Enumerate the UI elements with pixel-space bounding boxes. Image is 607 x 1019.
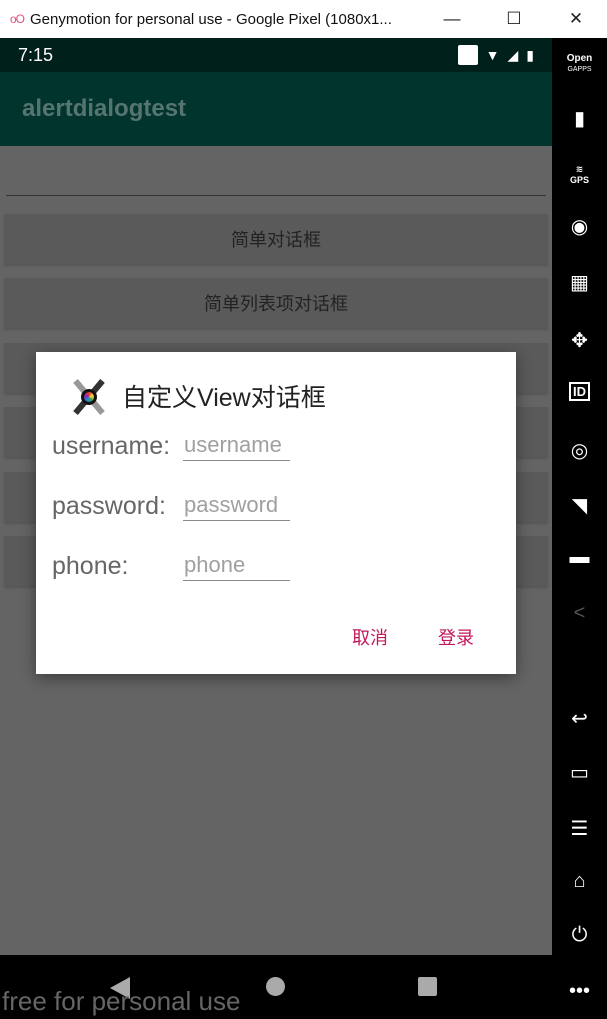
minimize-button[interactable]: — — [421, 9, 483, 29]
media-icon[interactable]: ▦ — [552, 270, 607, 295]
simple-list-dialog-button[interactable]: 简单列表项对话框 — [4, 278, 548, 328]
phone-screen: 7:15 ▼ ◢ ▮ alertdialogtest 简单对话框 简单列表项对话… — [0, 38, 552, 1019]
cancel-button[interactable]: 取消 — [352, 624, 388, 650]
password-row: password: — [52, 492, 290, 521]
cast-icon[interactable]: ◥ — [552, 493, 607, 518]
app-title: alertdialogtest — [22, 95, 187, 122]
status-time: 7:15 — [18, 44, 54, 65]
opengapps-icon[interactable]: Open GAPPS — [552, 54, 607, 75]
status-bar: 7:15 ▼ ◢ ▮ — [0, 38, 552, 72]
dialog-header: 自定义View对话框 — [66, 374, 326, 418]
login-button[interactable]: 登录 — [438, 624, 474, 650]
signal-icon: ◢ — [507, 46, 519, 63]
maximize-button[interactable]: ☐ — [483, 9, 545, 29]
share-icon[interactable]: < — [552, 602, 607, 625]
disk-icon[interactable]: ◎ — [552, 438, 607, 463]
webcam-icon[interactable]: ◉ — [552, 214, 607, 239]
home-icon[interactable] — [266, 977, 285, 996]
simple-dialog-button[interactable]: 简单对话框 — [4, 214, 548, 264]
more-icon[interactable]: ••• — [552, 980, 607, 1003]
emulator-sidebar: Open GAPPS ▮ ≋ GPS ◉ ▦ ✥ ID ◎ ◥ ▬ < ↩ ▭ ☰ … — [552, 38, 607, 1019]
username-label: username: — [52, 432, 171, 460]
dpad-icon[interactable]: ✥ — [552, 328, 607, 353]
recent-apps-icon[interactable]: ▭ — [552, 760, 607, 785]
menu-icon[interactable]: ☰ — [552, 816, 607, 841]
username-row: username: — [52, 432, 290, 461]
username-input[interactable] — [183, 432, 290, 461]
dialog-title: 自定义View对话框 — [122, 384, 326, 412]
app-bar: alertdialogtest — [0, 72, 552, 146]
phone-input[interactable] — [183, 552, 290, 581]
divider — [6, 195, 546, 196]
phone-row: phone: — [52, 552, 290, 581]
home-icon[interactable]: ⌂ — [552, 870, 607, 893]
recents-icon[interactable] — [418, 977, 437, 996]
tools-icon — [66, 374, 110, 418]
notification-icon — [457, 45, 478, 65]
device-id-icon[interactable]: ID — [569, 382, 590, 401]
back-icon[interactable]: ↩ — [552, 706, 607, 731]
power-icon[interactable]: ⏻ — [552, 924, 607, 947]
genymotion-logo-icon: oO — [10, 12, 25, 26]
window-title-bar: oO Genymotion for personal use - Google … — [0, 0, 607, 38]
gps-icon[interactable]: ≋ GPS — [552, 164, 607, 185]
phone-label: phone: — [52, 552, 129, 580]
navigation-bar — [0, 955, 552, 1019]
sms-icon[interactable]: ▬ — [552, 546, 607, 569]
custom-view-dialog: 自定义View对话框 username: password: phone: 取消… — [36, 352, 516, 674]
back-icon[interactable] — [110, 977, 130, 999]
battery-icon[interactable]: ▮ — [552, 106, 607, 131]
close-button[interactable]: ✕ — [545, 9, 607, 29]
password-label: password: — [52, 492, 166, 520]
window-title: Genymotion for personal use - Google Pix… — [30, 10, 392, 28]
battery-charging-icon: ▮ — [526, 46, 534, 63]
wifi-icon: ▼ — [485, 47, 500, 63]
password-input[interactable] — [183, 492, 290, 521]
